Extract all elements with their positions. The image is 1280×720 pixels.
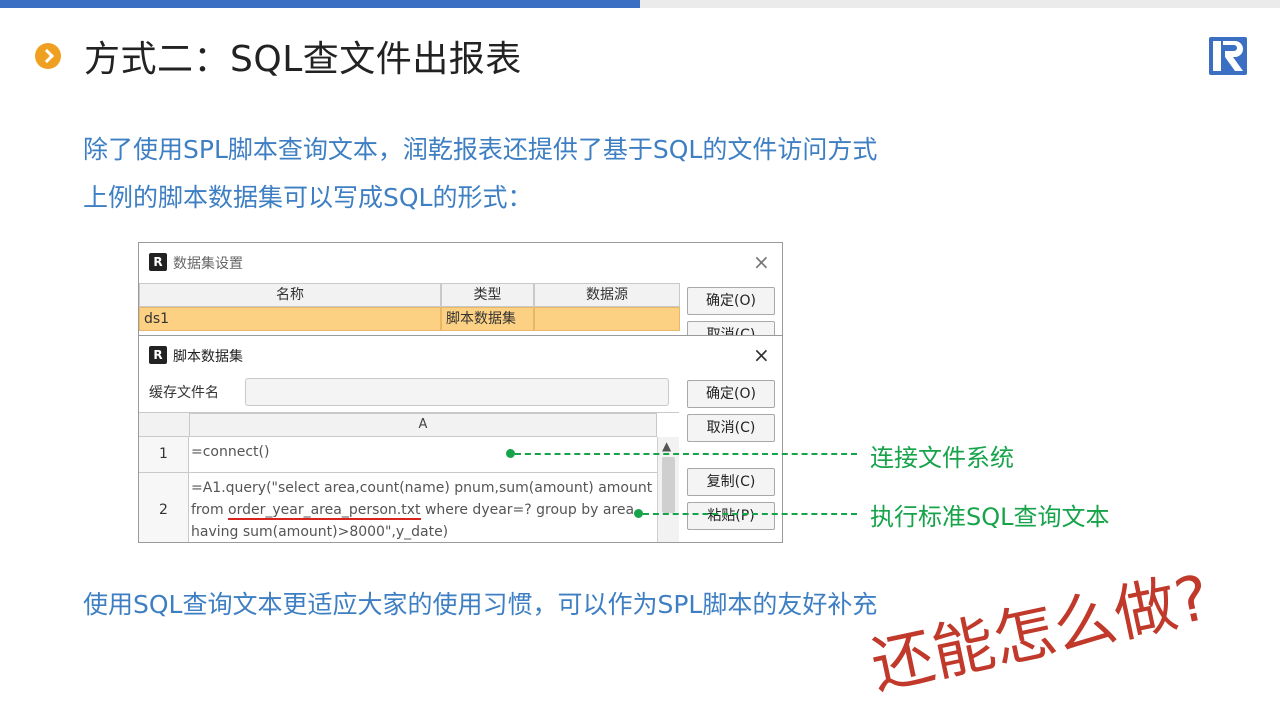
code-text: from (191, 502, 229, 518)
cell-a1-text: =connect() (191, 444, 270, 460)
annotation-dot (506, 449, 515, 458)
column-header-type[interactable]: 类型 (441, 283, 534, 307)
annotation-line (643, 513, 857, 515)
dataset-name-cell[interactable]: ds1 (139, 307, 441, 331)
dialog-title: 数据集设置 (173, 256, 243, 272)
column-header-source[interactable]: 数据源 (534, 283, 680, 307)
slide-title: 方式二：SQL查文件出报表 (84, 39, 522, 80)
script-dataset-dialog: R 脚本数据集 × 缓存文件名 确定(O) 取消(C) 复制(C) 粘贴(P) … (139, 335, 782, 542)
highlighted-filename: order_year_area_person.txt (228, 502, 421, 520)
summary-line: 使用SQL查询文本更适应大家的使用习惯，可以作为SPL脚本的友好补充 (83, 590, 878, 619)
app-icon: R (149, 253, 167, 271)
close-icon[interactable]: × (753, 345, 770, 365)
row-number-1[interactable]: 1 (139, 437, 189, 473)
dataset-source-cell[interactable] (534, 307, 680, 331)
cancel-button[interactable]: 取消(C) (687, 414, 775, 442)
copy-button[interactable]: 复制(C) (687, 468, 775, 496)
chevron-right-icon (35, 43, 61, 69)
cell-a2-line-1: =A1.query("select area,count(name) pnum,… (191, 480, 653, 496)
top-accent-bar (0, 0, 640, 8)
intro-line-2: 上例的脚本数据集可以写成SQL的形式： (83, 183, 533, 212)
cell-a2-line-2: from order_year_area_person.txt where dy… (191, 499, 655, 521)
script-grid: A 1 =connect() 2 =A1.query("select area,… (139, 412, 679, 542)
annotation-line (515, 453, 857, 455)
runqian-logo-icon (1209, 37, 1247, 75)
close-icon[interactable]: × (753, 252, 770, 272)
cell-a1[interactable]: =connect() (189, 437, 657, 473)
dialog-titlebar: R 数据集设置 × (139, 243, 782, 281)
cache-file-input[interactable] (245, 378, 669, 406)
scroll-thumb[interactable] (662, 457, 675, 513)
dialog-title: 脚本数据集 (173, 349, 243, 365)
row-number-2[interactable]: 2 (139, 473, 189, 542)
intro-line-1: 除了使用SPL脚本查询文本，润乾报表还提供了基于SQL的文件访问方式 (83, 135, 878, 164)
column-header-a[interactable]: A (189, 413, 657, 437)
corner-cell (139, 413, 189, 437)
column-header-name[interactable]: 名称 (139, 283, 441, 307)
handwritten-question: 还能怎么做? (864, 560, 1216, 704)
code-text: where dyear=? group by area (420, 502, 635, 518)
ok-button[interactable]: 确定(O) (687, 380, 775, 408)
scroll-up-icon[interactable]: ▲ (662, 439, 671, 453)
cell-a2[interactable]: =A1.query("select area,count(name) pnum,… (189, 473, 657, 542)
ok-button[interactable]: 确定(O) (687, 287, 775, 315)
cache-file-label: 缓存文件名 (149, 385, 219, 401)
dataset-settings-dialog: R 数据集设置 × 名称 类型 数据源 ds1 脚本数据集 确定(O) 取消(C… (138, 242, 783, 543)
app-icon: R (149, 346, 167, 364)
cell-a2-line-3: having sum(amount)>8000",y_date) (191, 524, 449, 540)
annotation-query: 执行标准SQL查询文本 (870, 503, 1110, 531)
paste-button[interactable]: 粘贴(P) (687, 502, 775, 530)
annotation-connect: 连接文件系统 (870, 444, 1014, 472)
dataset-type-cell[interactable]: 脚本数据集 (441, 307, 534, 331)
top-gray-bar (640, 0, 1280, 8)
annotation-dot (634, 509, 643, 518)
